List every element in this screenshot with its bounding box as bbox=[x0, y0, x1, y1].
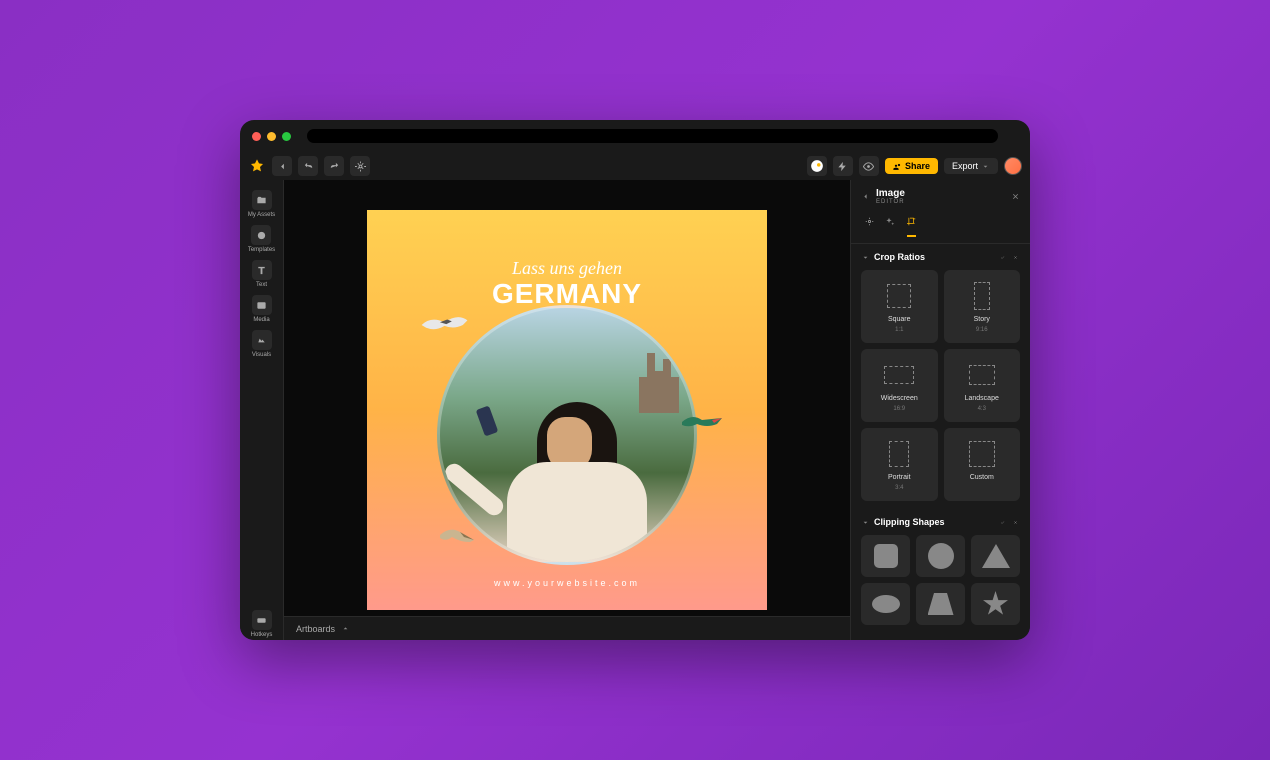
redo-button[interactable] bbox=[324, 156, 344, 176]
sidebar-item-hotkeys[interactable]: Hotkeys bbox=[251, 608, 273, 640]
sidebar-item-text[interactable]: Text bbox=[252, 258, 272, 290]
body: My Assets Templates Text Media Visuals H… bbox=[240, 180, 1030, 640]
shapes-section: Clipping Shapes bbox=[851, 509, 1030, 633]
shapes-grid bbox=[861, 535, 1020, 625]
panel-subtitle: EDITOR bbox=[876, 199, 1005, 205]
close-window[interactable] bbox=[252, 132, 261, 141]
crop-ratio-portrait[interactable]: Portrait 3:4 bbox=[861, 428, 938, 501]
tab-effects[interactable] bbox=[886, 213, 895, 237]
properties-panel: Image EDITOR Crop Ratios Square 1:1 Story 9… bbox=[850, 180, 1030, 640]
minimize-window[interactable] bbox=[267, 132, 276, 141]
settings-button[interactable] bbox=[350, 156, 370, 176]
chevron-down-icon[interactable] bbox=[861, 518, 870, 527]
section-title: Clipping Shapes bbox=[874, 517, 994, 527]
sidebar-label: Media bbox=[253, 317, 269, 323]
shape-circle[interactable] bbox=[916, 535, 965, 577]
sidebar-label: Text bbox=[256, 282, 267, 288]
export-button[interactable]: Export bbox=[944, 158, 998, 174]
chat-button[interactable] bbox=[807, 156, 827, 176]
crop-ratio-landscape[interactable]: Landscape 4:3 bbox=[944, 349, 1021, 422]
cancel-icon[interactable] bbox=[1011, 253, 1020, 262]
sidebar-label: Visuals bbox=[252, 352, 271, 358]
shape-ellipse[interactable] bbox=[861, 583, 910, 625]
panel-tabs bbox=[851, 213, 1030, 244]
shape-triangle[interactable] bbox=[971, 535, 1020, 577]
crop-section: Crop Ratios Square 1:1 Story 9:16 Widescreen… bbox=[851, 244, 1030, 509]
canvas-area[interactable]: Lass uns gehen GERMANY www.yourwebsite.c… bbox=[284, 180, 850, 640]
crop-ratio-custom[interactable]: Custom bbox=[944, 428, 1021, 501]
tab-crop[interactable] bbox=[907, 213, 916, 237]
ratio-sub: 9:16 bbox=[976, 327, 988, 333]
app-logo[interactable] bbox=[248, 157, 266, 175]
sidebar: My Assets Templates Text Media Visuals H… bbox=[240, 180, 284, 640]
panel-close-button[interactable] bbox=[1011, 192, 1020, 201]
apply-icon[interactable] bbox=[998, 253, 1007, 262]
artboards-label[interactable]: Artboards bbox=[296, 624, 335, 634]
shape-rounded-square[interactable] bbox=[861, 535, 910, 577]
share-label: Share bbox=[905, 161, 930, 171]
sidebar-label: My Assets bbox=[248, 212, 275, 218]
chevron-up-icon[interactable] bbox=[341, 624, 350, 633]
ratio-sub: 4:3 bbox=[978, 406, 986, 412]
back-button[interactable] bbox=[272, 156, 292, 176]
sidebar-item-visuals[interactable]: Visuals bbox=[252, 328, 272, 360]
ratio-label: Portrait bbox=[888, 474, 911, 481]
url-bar[interactable] bbox=[307, 129, 998, 143]
crop-ratio-square[interactable]: Square 1:1 bbox=[861, 270, 938, 343]
crop-ratio-story[interactable]: Story 9:16 bbox=[944, 270, 1021, 343]
script-text: Lass uns gehen bbox=[367, 258, 767, 279]
app-window: Share Export My Assets Templates Text Me… bbox=[240, 120, 1030, 640]
panel-back-button[interactable] bbox=[861, 192, 870, 201]
apply-icon[interactable] bbox=[998, 518, 1007, 527]
bolt-button[interactable] bbox=[833, 156, 853, 176]
sidebar-label: Templates bbox=[248, 247, 275, 253]
bird-graphic bbox=[677, 410, 727, 435]
maximize-window[interactable] bbox=[282, 132, 291, 141]
titlebar bbox=[240, 120, 1030, 152]
chevron-down-icon[interactable] bbox=[861, 253, 870, 262]
crop-ratio-widescreen[interactable]: Widescreen 16:9 bbox=[861, 349, 938, 422]
bird-graphic bbox=[417, 310, 472, 340]
sidebar-item-media[interactable]: Media bbox=[252, 293, 272, 325]
ratio-sub: 16:9 bbox=[893, 406, 905, 412]
ratio-label: Widescreen bbox=[881, 395, 918, 402]
ratio-label: Custom bbox=[970, 474, 994, 481]
toolbar: Share Export bbox=[240, 152, 1030, 180]
castle-graphic bbox=[639, 353, 679, 413]
shape-trapezoid[interactable] bbox=[916, 583, 965, 625]
cancel-icon[interactable] bbox=[1011, 518, 1020, 527]
share-button[interactable]: Share bbox=[885, 158, 938, 174]
section-title: Crop Ratios bbox=[874, 252, 994, 262]
user-avatar[interactable] bbox=[1004, 157, 1022, 175]
artboard[interactable]: Lass uns gehen GERMANY www.yourwebsite.c… bbox=[367, 210, 767, 610]
export-label: Export bbox=[952, 161, 978, 171]
sidebar-label: Hotkeys bbox=[251, 632, 273, 638]
preview-button[interactable] bbox=[859, 156, 879, 176]
ratio-sub: 3:4 bbox=[895, 485, 903, 491]
ratio-sub: 1:1 bbox=[895, 327, 903, 333]
bottom-bar: Artboards bbox=[284, 616, 850, 640]
panel-title: Image bbox=[876, 188, 1005, 199]
url-text: www.yourwebsite.com bbox=[367, 578, 767, 588]
ratio-label: Story bbox=[974, 316, 990, 323]
bird-graphic bbox=[432, 520, 482, 550]
sidebar-item-templates[interactable]: Templates bbox=[248, 223, 275, 255]
panel-header: Image EDITOR bbox=[851, 180, 1030, 213]
ratio-label: Square bbox=[888, 316, 911, 323]
undo-button[interactable] bbox=[298, 156, 318, 176]
sidebar-item-assets[interactable]: My Assets bbox=[248, 188, 275, 220]
shape-star[interactable] bbox=[971, 583, 1020, 625]
ratio-label: Landscape bbox=[965, 395, 999, 402]
tab-settings[interactable] bbox=[865, 213, 874, 237]
